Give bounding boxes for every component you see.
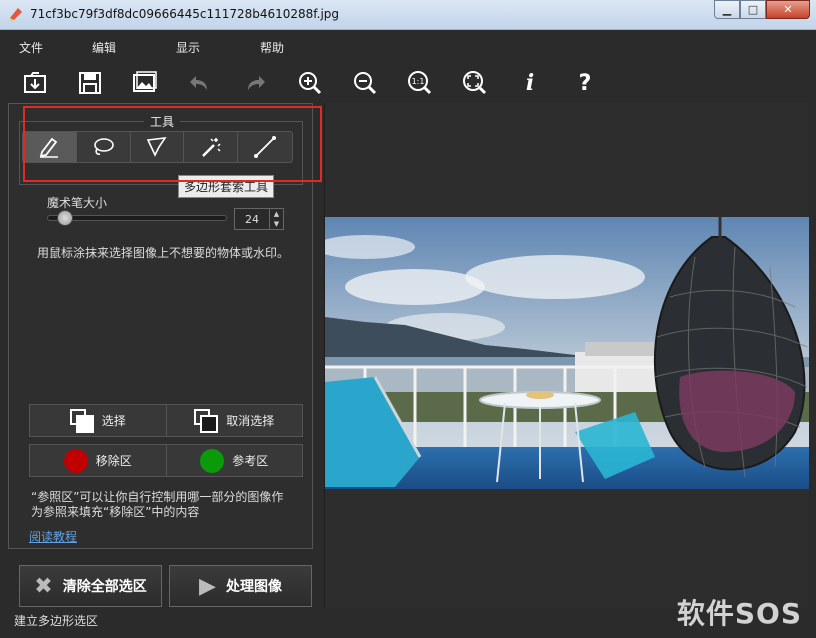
zoom-1to1-text: 1:1 xyxy=(412,77,425,86)
zoom-1to1-icon[interactable]: 1:1 xyxy=(405,68,435,98)
help-text: ? xyxy=(578,70,592,96)
select-label: 选择 xyxy=(101,414,126,428)
line-icon xyxy=(254,136,277,158)
image-icon[interactable] xyxy=(130,68,160,98)
brush-size-slider[interactable] xyxy=(47,210,227,226)
close-button[interactable]: ✕ xyxy=(766,0,810,19)
watermark: 软件SOS xyxy=(676,597,802,630)
menu-help[interactable]: 帮助 xyxy=(230,30,314,60)
menu-view[interactable]: 显示 xyxy=(146,30,230,60)
tools-panel: 工具 多边形套索工具 魔术笔大小 24 ▲ ▼ 用鼠标涂抹来选择图像上不想要的物… xyxy=(8,103,313,549)
slider-thumb[interactable] xyxy=(56,210,73,226)
minimize-button[interactable]: ▁ xyxy=(714,0,740,19)
tool-row xyxy=(22,131,293,163)
hint-text: 用鼠标涂抹来选择图像上不想要的物体或水印。 xyxy=(37,246,290,260)
zoom-fit-icon[interactable] xyxy=(460,68,490,98)
status-text: 建立多边形选区 xyxy=(14,614,99,628)
brush-size-label: 魔术笔大小 xyxy=(47,196,108,210)
zone-row: 移除区 参考区 xyxy=(29,444,303,477)
reference-note: “参照区”可以让你自行控制用哪一部分的图像作 为参照来填充“移除区”中的内容 xyxy=(31,490,311,520)
app-frame: 文件 编辑 显示 帮助 1:1 i ? 工具 多边形套索工具 魔术笔大小 24 … xyxy=(0,30,816,638)
app-icon xyxy=(8,6,24,22)
selection-row: 选择 取消选择 xyxy=(29,404,303,437)
reference-zone-label: 参考区 xyxy=(232,454,269,468)
tool-group-title: 工具 xyxy=(144,113,181,130)
window-controls: ▁ □ ✕ xyxy=(714,0,810,20)
tutorial-link[interactable]: 阅读教程 xyxy=(29,528,77,545)
zoom-out-icon[interactable] xyxy=(350,68,380,98)
brush-size-spinbox[interactable]: 24 ▲ ▼ xyxy=(234,208,284,230)
remove-zone-icon xyxy=(63,448,88,473)
zoom-in-icon[interactable] xyxy=(295,68,325,98)
maximize-button[interactable]: □ xyxy=(740,0,766,19)
play-icon: ▶ xyxy=(199,573,216,599)
process-image-label: 处理图像 xyxy=(225,579,282,595)
menu-bar: 文件 编辑 显示 帮助 xyxy=(0,30,816,60)
menu-file[interactable]: 文件 xyxy=(0,30,62,60)
help-icon[interactable]: ? xyxy=(570,68,600,98)
remove-zone-label: 移除区 xyxy=(95,454,132,468)
reference-zone-button[interactable]: 参考区 xyxy=(166,444,303,477)
marker-tool-button[interactable] xyxy=(23,132,77,162)
redo-icon[interactable] xyxy=(240,68,270,98)
toolbar: 1:1 i ? xyxy=(0,62,816,102)
save-icon[interactable] xyxy=(75,68,105,98)
deselect-icon xyxy=(194,408,219,433)
reference-zone-icon xyxy=(200,448,225,473)
clear-all-button[interactable]: ✖ 清除全部选区 xyxy=(19,565,162,607)
open-icon[interactable] xyxy=(20,68,50,98)
window-titlebar: 71cf3bc79f3df8dc09666445c111728b4610288f… xyxy=(0,0,816,30)
info-icon[interactable]: i xyxy=(515,68,545,98)
undo-icon[interactable] xyxy=(185,68,215,98)
select-button[interactable]: 选择 xyxy=(29,404,167,437)
spin-arrows[interactable]: ▲ ▼ xyxy=(269,209,283,229)
tooltip: 多边形套索工具 xyxy=(178,175,275,198)
select-icon xyxy=(69,408,94,433)
brush-size-value: 24 xyxy=(245,213,259,226)
image-canvas[interactable] xyxy=(324,103,809,608)
process-image-button[interactable]: ▶ 处理图像 xyxy=(169,565,312,607)
marker-icon xyxy=(40,137,59,158)
lasso-tool-button[interactable] xyxy=(77,132,131,162)
magic-wand-icon xyxy=(201,138,221,157)
line-tool-button[interactable] xyxy=(238,132,292,162)
reference-note-line-2: 为参照来填充“移除区”中的内容 xyxy=(31,505,200,519)
lasso-icon xyxy=(94,138,114,155)
clear-all-label: 清除全部选区 xyxy=(62,579,147,595)
polygon-lasso-tool-button[interactable] xyxy=(131,132,185,162)
tool-group: 工具 多边形套索工具 xyxy=(19,113,303,198)
magic-wand-tool-button[interactable] xyxy=(184,132,239,162)
remove-zone-button[interactable]: 移除区 xyxy=(29,444,167,477)
polygon-lasso-icon xyxy=(146,137,167,157)
deselect-button[interactable]: 取消选择 xyxy=(166,404,303,437)
window-title: 71cf3bc79f3df8dc09666445c111728b4610288f… xyxy=(30,7,340,21)
info-text: i xyxy=(525,70,535,96)
clear-icon: ✖ xyxy=(34,573,53,599)
photo xyxy=(325,217,809,489)
deselect-label: 取消选择 xyxy=(226,414,275,428)
menu-edit[interactable]: 编辑 xyxy=(62,30,146,60)
reference-note-line-1: “参照区”可以让你自行控制用哪一部分的图像作 xyxy=(31,490,284,504)
